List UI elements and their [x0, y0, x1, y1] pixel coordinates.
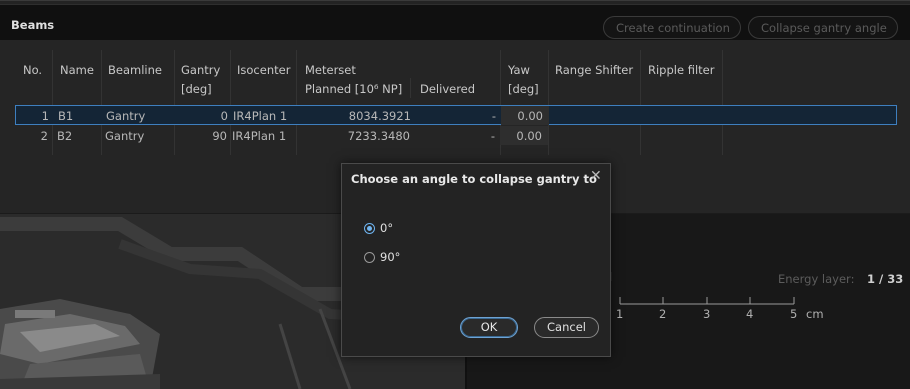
row-no: 1 [41, 109, 49, 123]
row-name: B1 [58, 109, 74, 123]
cancel-button[interactable]: Cancel [534, 317, 599, 338]
column-header-no[interactable]: No. [23, 61, 42, 80]
collapse-gantry-angle-button[interactable]: Collapse gantry angle [748, 16, 898, 39]
row-isocenter: IR4Plan 1 [232, 129, 287, 143]
row-beamline: Gantry [105, 129, 145, 143]
column-divider [410, 78, 411, 98]
row-name: B2 [57, 129, 73, 143]
ok-button[interactable]: OK [460, 317, 518, 338]
column-header-isocenter[interactable]: Isocenter [237, 61, 290, 80]
row-planned: 7233.3480 [347, 129, 410, 143]
table-row[interactable]: 1 B1 Gantry 0 IR4Plan 1 8034.3921 - 0.00 [15, 105, 897, 125]
row-delivered: - [491, 109, 496, 123]
planned-header-label: Planned [10⁶ NP] [305, 82, 403, 96]
ruler-tick-label: 3 [703, 307, 711, 321]
radio-selected-icon [364, 223, 375, 234]
ruler-scale [619, 297, 795, 305]
dialog-title: Choose an angle to collapse gantry to [351, 172, 597, 186]
radio-angle-90[interactable]: 90° [364, 250, 444, 266]
row-gantry: 0 [220, 109, 228, 123]
row-gantry: 90 [212, 129, 227, 143]
column-header-name[interactable]: Name [60, 61, 94, 80]
row-no: 2 [40, 129, 48, 143]
radio-angle-0[interactable]: 0° [364, 221, 444, 237]
row-planned: 8034.3921 [348, 109, 411, 123]
row-beamline: Gantry [106, 109, 146, 123]
row-isocenter: IR4Plan 1 [233, 109, 288, 123]
column-header-range-shifter[interactable]: Range Shifter [555, 61, 633, 80]
energy-layer-label: Energy layer: [778, 272, 855, 286]
create-continuation-button[interactable]: Create continuation [603, 16, 741, 39]
ruler-tick-label: 4 [746, 307, 754, 321]
beams-header: Beams Create continuation Collapse gantr… [0, 4, 910, 40]
radio-label: 90° [380, 250, 401, 264]
table-row[interactable]: 2 B2 Gantry 90 IR4Plan 1 7233.3480 - 0.0… [15, 126, 897, 146]
yaw-header-label: Yaw [508, 63, 530, 77]
column-header-beamline[interactable]: Beamline [108, 61, 162, 80]
close-icon[interactable]: ✕ [590, 168, 602, 184]
ruler-tick-label: 2 [659, 307, 667, 321]
yaw-header-unit: [deg] [508, 82, 539, 96]
gantry-header-unit: [deg] [181, 82, 212, 96]
meterset-header-label: Meterset [305, 63, 356, 77]
column-header-meterset[interactable]: Meterset Planned [10⁶ NP] [305, 61, 402, 99]
beams-title: Beams [11, 18, 55, 32]
column-header-ripple-filter[interactable]: Ripple filter [648, 61, 714, 80]
ruler-tick-label: 5 [790, 307, 798, 321]
radio-label: 0° [380, 221, 394, 235]
column-header-gantry[interactable]: Gantry [deg] [181, 61, 220, 99]
row-yaw: 0.00 [516, 129, 542, 143]
row-yaw: 0.00 [517, 109, 543, 123]
column-header-yaw[interactable]: Yaw [deg] [508, 61, 539, 99]
collapse-gantry-dialog: Choose an angle to collapse gantry to ✕ … [341, 163, 611, 357]
ruler-unit: cm [806, 307, 824, 321]
column-header-delivered[interactable]: Delivered [420, 80, 475, 99]
ruler-tick-label: 1 [616, 307, 624, 321]
gantry-header-label: Gantry [181, 63, 221, 77]
energy-layer-value: 1 / 33 [867, 272, 904, 286]
row-delivered: - [490, 129, 495, 143]
radio-unselected-icon [364, 252, 375, 263]
